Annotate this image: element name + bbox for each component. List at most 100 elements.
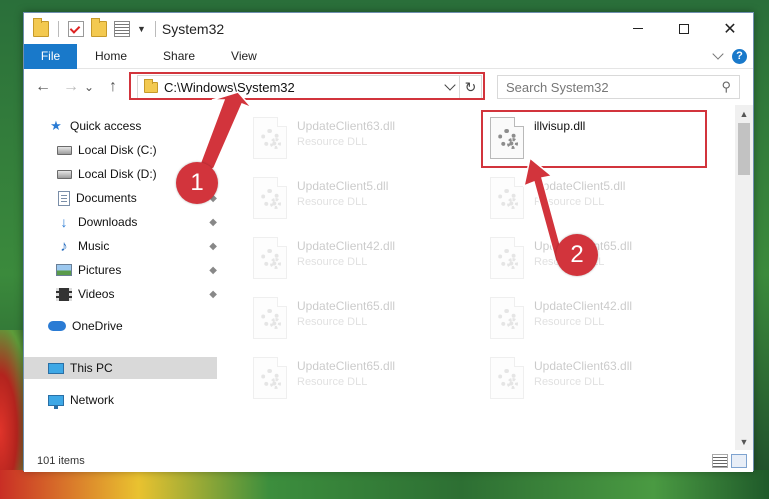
sidebar-item-label: Quick access bbox=[70, 119, 142, 133]
sidebar-item-label: Videos bbox=[78, 287, 115, 301]
expand-ribbon-icon[interactable] bbox=[712, 48, 724, 60]
search-input[interactable]: Search System32 bbox=[506, 80, 609, 95]
file-name: UpdateClient63.dll bbox=[297, 119, 396, 133]
toolbar-dropdown-icon[interactable]: ▼ bbox=[137, 24, 146, 34]
file-tile[interactable]: UpdateClient63.dll Resource DLL bbox=[482, 355, 712, 407]
file-name: illvisup.dll bbox=[534, 119, 586, 133]
documents-icon bbox=[58, 190, 70, 206]
sidebar-item-label: Downloads bbox=[78, 215, 138, 229]
file-list: UpdateClient63.dll Resource DLL UpdateCli… bbox=[217, 105, 735, 450]
sidebar-item-label: This PC bbox=[70, 361, 113, 375]
details-view-icon[interactable] bbox=[712, 454, 728, 468]
file-tile[interactable]: UpdateClient42.dll Resource DLL bbox=[482, 295, 712, 347]
scroll-up-icon[interactable]: ▲ bbox=[735, 105, 753, 122]
pin-icon[interactable]: ◆ bbox=[209, 265, 217, 276]
minimize-button[interactable] bbox=[615, 13, 661, 44]
sidebar-item-label: Local Disk (C:) bbox=[78, 143, 157, 157]
navigation-bar: ← → ⌄ ↑ C:\Windows\System32 ↻ Search Sys… bbox=[24, 69, 753, 105]
scroll-down-icon[interactable]: ▼ bbox=[735, 433, 753, 450]
tab-view[interactable]: View bbox=[213, 49, 275, 63]
item-count: 101 items bbox=[37, 455, 85, 467]
pin-icon[interactable]: ◆ bbox=[209, 289, 217, 300]
pin-icon[interactable]: ◆ bbox=[209, 241, 217, 252]
recent-locations-button[interactable]: ⌄ bbox=[82, 76, 96, 98]
sidebar-item-quick-access[interactable]: ★ Quick access bbox=[24, 115, 217, 137]
sidebar-item-downloads[interactable]: ↓ Downloads ◆ bbox=[24, 211, 218, 233]
sidebar-item-local-disk-c[interactable]: Local Disk (C:) bbox=[24, 139, 217, 161]
file-tile[interactable]: UpdateClient63.dll Resource DLL bbox=[245, 115, 475, 167]
up-button[interactable]: ↑ bbox=[102, 76, 124, 98]
address-path[interactable]: C:\Windows\System32 bbox=[164, 80, 295, 95]
tab-file[interactable]: File bbox=[24, 43, 77, 69]
refresh-button[interactable]: ↻ bbox=[459, 76, 481, 98]
maximize-button[interactable] bbox=[661, 13, 707, 44]
dll-file-icon bbox=[253, 237, 287, 279]
sidebar-item-label: OneDrive bbox=[72, 319, 123, 333]
sidebar-item-label: Music bbox=[78, 239, 110, 253]
cloud-icon bbox=[48, 321, 66, 331]
tiles-view-icon[interactable] bbox=[731, 454, 747, 468]
star-icon: ★ bbox=[50, 118, 62, 133]
close-icon: ✕ bbox=[723, 20, 737, 38]
file-type: Resource DLL bbox=[297, 316, 368, 328]
help-icon[interactable]: ? bbox=[732, 48, 747, 64]
back-button[interactable]: ← bbox=[32, 76, 54, 98]
dll-file-icon bbox=[253, 177, 287, 219]
pictures-icon bbox=[56, 264, 72, 276]
scrollbar-thumb[interactable] bbox=[738, 123, 750, 175]
forward-button[interactable]: → bbox=[60, 76, 82, 98]
file-tile-illvisup[interactable]: illvisup.dll bbox=[482, 115, 712, 167]
file-type: Resource DLL bbox=[297, 196, 368, 208]
step-badge-2: 2 bbox=[556, 234, 598, 276]
step-badge-1: 1 bbox=[176, 162, 218, 204]
toolbar-separator bbox=[58, 20, 59, 37]
close-button[interactable]: ✕ bbox=[707, 13, 753, 44]
sidebar-item-videos[interactable]: Videos ◆ bbox=[24, 283, 217, 305]
sidebar-item-music[interactable]: ♪ Music ◆ bbox=[24, 235, 217, 257]
file-name: UpdateClient65.dll bbox=[297, 299, 396, 313]
network-icon bbox=[48, 394, 64, 409]
file-type: Resource DLL bbox=[534, 316, 605, 328]
file-tile[interactable]: UpdateClient65.dll Resource DLL bbox=[245, 295, 475, 347]
music-icon: ♪ bbox=[60, 237, 68, 255]
caption-buttons: ✕ bbox=[615, 13, 753, 44]
address-dropdown-button[interactable] bbox=[441, 76, 459, 98]
ribbon-tabs: File Home Share View ? bbox=[24, 43, 753, 69]
pin-icon[interactable]: ◆ bbox=[209, 217, 217, 228]
address-bar[interactable]: C:\Windows\System32 ↻ bbox=[137, 75, 482, 99]
file-tile[interactable]: UpdateClient65.dll Resource DLL bbox=[245, 355, 475, 407]
file-name: UpdateClient5.dll bbox=[534, 179, 626, 193]
drive-icon bbox=[57, 169, 72, 179]
file-type: Resource DLL bbox=[297, 136, 368, 148]
minimize-icon bbox=[633, 28, 643, 29]
ribbon-right-controls: ? bbox=[712, 48, 753, 64]
file-name: UpdateClient42.dll bbox=[534, 299, 633, 313]
file-type: Resource DLL bbox=[297, 256, 368, 268]
tab-home[interactable]: Home bbox=[77, 49, 145, 63]
sidebar-item-label: Network bbox=[70, 393, 115, 407]
navigation-pane: ★ Quick access Local Disk (C:) Local Dis… bbox=[24, 105, 217, 450]
wallpaper-bottom bbox=[0, 470, 769, 499]
dll-file-icon bbox=[490, 117, 524, 159]
drive-icon bbox=[57, 145, 72, 155]
title-bar: ▼ System32 ✕ bbox=[24, 13, 753, 44]
sidebar-item-this-pc[interactable]: This PC bbox=[24, 357, 217, 379]
tab-share[interactable]: Share bbox=[145, 49, 213, 63]
properties-check-icon[interactable] bbox=[68, 20, 84, 37]
file-tile[interactable]: UpdateClient5.dll Resource DLL bbox=[482, 175, 712, 227]
folder-icon bbox=[144, 78, 158, 93]
vertical-scrollbar[interactable]: ▲ ▼ bbox=[735, 105, 753, 450]
sidebar-item-pictures[interactable]: Pictures ◆ bbox=[24, 259, 217, 281]
sidebar-item-onedrive[interactable]: OneDrive bbox=[24, 315, 217, 337]
download-icon: ↓ bbox=[60, 214, 68, 230]
customize-toolbar-icon[interactable] bbox=[114, 20, 130, 37]
search-box[interactable]: Search System32 ⚲ bbox=[497, 75, 740, 99]
file-name: UpdateClient5.dll bbox=[297, 179, 389, 193]
dll-file-icon bbox=[490, 237, 524, 279]
new-folder-icon[interactable] bbox=[91, 17, 107, 37]
file-tile[interactable]: UpdateClient5.dll Resource DLL bbox=[245, 175, 475, 227]
window-title: System32 bbox=[161, 20, 225, 37]
file-name: UpdateClient63.dll bbox=[534, 359, 633, 373]
sidebar-item-network[interactable]: Network bbox=[24, 389, 217, 411]
file-tile[interactable]: UpdateClient42.dll Resource DLL bbox=[245, 235, 475, 287]
